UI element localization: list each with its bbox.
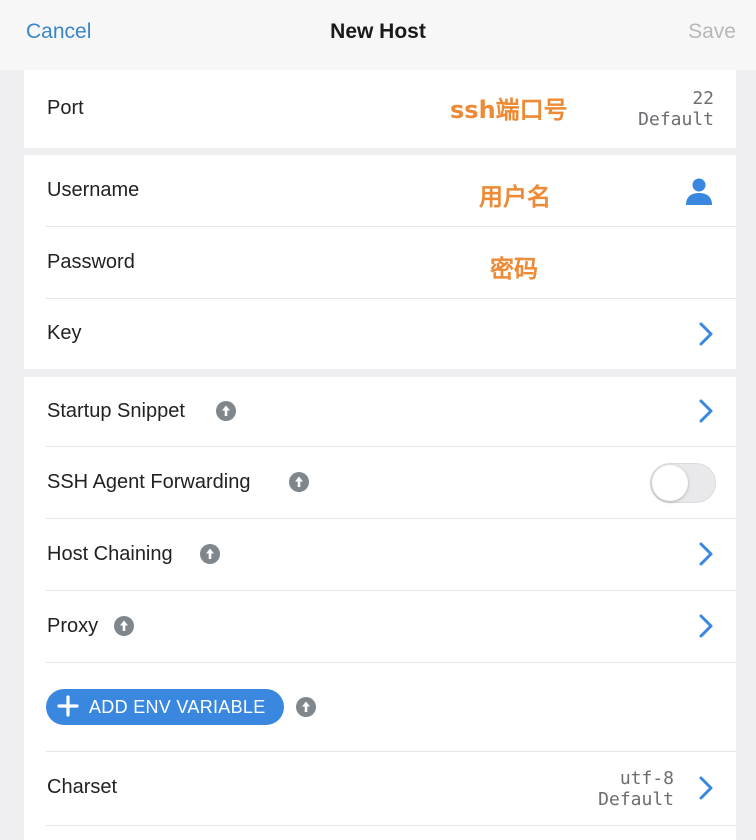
credentials-section: Username 用户名 Password 密码 Key [24,155,736,369]
port-row[interactable]: Port ssh端口号 22 Default [24,70,736,148]
info-icon[interactable] [296,697,316,717]
charset-value: utf-8 Default [598,768,674,810]
host-chaining-row[interactable]: Host Chaining [24,519,736,590]
startup-snippet-label: Startup Snippet [47,400,185,422]
info-icon[interactable] [289,472,309,492]
chevron-right-icon [699,322,713,346]
navigation-bar: Cancel New Host Save [0,0,756,70]
info-icon[interactable] [200,544,220,564]
ssh-agent-forwarding-label: SSH Agent Forwarding [47,471,251,493]
chevron-right-icon [699,776,713,800]
chevron-right-icon [699,542,713,566]
username-row[interactable]: Username 用户名 [24,155,736,226]
ssh-agent-forwarding-toggle[interactable] [650,463,716,503]
key-label: Key [47,322,82,344]
env-variable-row: ADD ENV VARIABLE [24,663,736,751]
plus-icon [57,695,79,717]
charset-default-note: Default [598,789,674,810]
port-value[interactable]: 22 Default [638,88,714,130]
proxy-label: Proxy [47,615,99,637]
password-row[interactable]: Password 密码 [24,227,736,298]
save-button[interactable]: Save [688,20,736,44]
info-icon[interactable] [216,401,236,421]
key-row[interactable]: Key [24,299,736,369]
add-env-variable-label: ADD ENV VARIABLE [89,697,266,717]
charset-row[interactable]: Charset utf-8 Default [24,752,736,825]
charset-current: utf-8 [619,768,674,789]
toggle-knob [652,465,688,501]
port-default-note: Default [638,109,714,130]
port-label: Port [47,97,84,119]
port-section: Port ssh端口号 22 Default [24,70,736,148]
password-label: Password [47,251,135,273]
person-icon[interactable] [684,176,714,206]
port-annotation: ssh端口号 [450,96,568,124]
proxy-row[interactable]: Proxy [24,591,736,662]
page-title: New Host [330,20,426,43]
port-number: 22 [692,88,714,109]
password-annotation: 密码 [490,255,538,283]
chevron-right-icon [699,614,713,638]
advanced-section: Startup Snippet SSH Agent Forwarding Hos… [24,377,736,840]
username-annotation: 用户名 [479,183,551,211]
chevron-right-icon [699,399,713,423]
info-icon[interactable] [114,616,134,636]
ssh-agent-forwarding-row: SSH Agent Forwarding [24,447,736,518]
divider [46,825,736,826]
add-env-variable-button[interactable]: ADD ENV VARIABLE [46,689,284,725]
startup-snippet-row[interactable]: Startup Snippet [24,377,736,445]
username-label: Username [47,179,140,201]
host-chaining-label: Host Chaining [47,543,173,565]
charset-label: Charset [47,776,118,798]
